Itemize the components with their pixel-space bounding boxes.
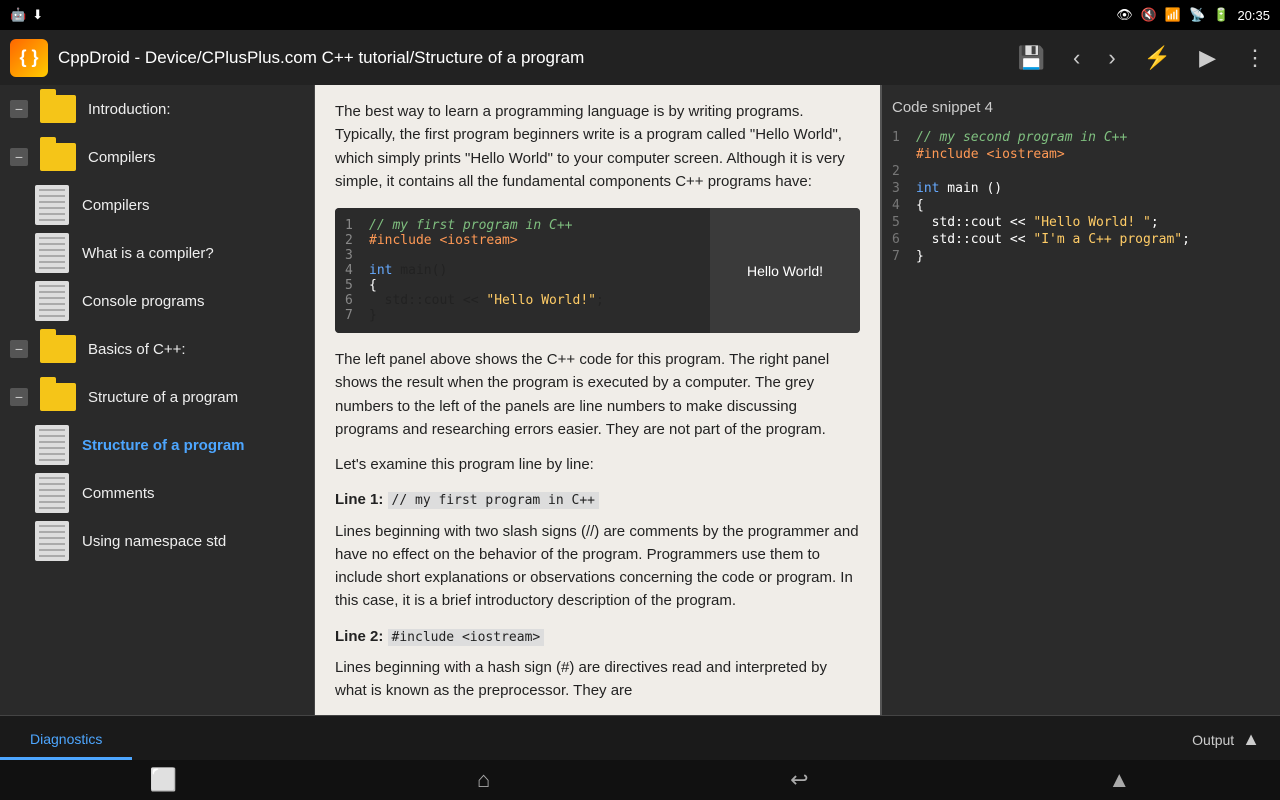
tab-diagnostics[interactable]: Diagnostics [0,721,132,760]
snippet-line-2: 2 [892,164,1270,179]
sidebar-item-what-is-compiler[interactable]: What is a compiler? [0,229,314,277]
lightning-button[interactable]: ⚡ [1140,41,1175,75]
main-layout: − Introduction: − Compilers Compilers Wh… [0,85,1280,715]
forward-button[interactable]: › [1104,41,1119,75]
sidebar-item-compilers-folder[interactable]: − Compilers [0,133,314,181]
title-actions: 💾 ‹ › ⚡ ▶ ⋮ [1014,41,1270,75]
sidebar-label-compilers-doc: Compilers [82,197,150,214]
code-panel: 1 // my first program in C++ 2 #include … [335,208,710,333]
status-bar-right: 👁 🔇 📶 📡 🔋 20:35 [1116,7,1270,23]
doc-icon-structure [30,427,74,463]
output-expand-icon[interactable]: ▲ [1242,729,1260,750]
sidebar-label-structure-folder: Structure of a program [88,389,238,406]
line2-label: Line 2: [335,628,383,645]
tab-output[interactable]: Output ▲ [1172,719,1280,760]
app-title: CppDroid - Device/CPlusPlus.com C++ tuto… [58,48,1004,68]
back-button[interactable]: ‹ [1069,41,1084,75]
line1-desc: Lines beginning with two slash signs (//… [335,520,860,613]
line2-section: Line 2: #include <iostream> [335,625,860,648]
eye-icon: 👁 [1116,7,1133,23]
sidebar-item-compilers-doc[interactable]: Compilers [0,181,314,229]
doc-icon-console [30,283,74,319]
snippet-line-4: 4 { [892,198,1270,213]
code-line-5: 5 { [345,278,700,293]
wifi-icon: 📶 [1165,7,1181,23]
status-bar: 🤖 ⬇ 👁 🔇 📶 📡 🔋 20:35 [0,0,1280,30]
line1-section: Line 1: // my first program in C++ [335,488,860,511]
snippet-line-7: 7 } [892,249,1270,264]
examine-text: Let's examine this program line by line: [335,453,860,476]
notification-icon: ⬇ [32,7,43,23]
sidebar-label-structure-doc: Structure of a program [82,437,245,454]
intro-text: The best way to learn a programming lang… [335,100,860,193]
battery-icon: 🔋 [1213,7,1229,23]
bottom-tabs: Diagnostics Output ▲ [0,715,1280,760]
sidebar: − Introduction: − Compilers Compilers Wh… [0,85,315,715]
title-bar: { } CppDroid - Device/CPlusPlus.com C++ … [0,30,1280,85]
code-line-7: 7 } [345,308,700,323]
android-icon: 🤖 [10,7,26,23]
back-nav-button[interactable]: ↩ [790,767,808,793]
code-block: 1 // my first program in C++ 2 #include … [335,208,860,333]
mute-icon: 🔇 [1141,7,1157,23]
snippet-line-1: 1 // my second program in C++ [892,130,1270,145]
folder-icon-structure [36,379,80,415]
content-area[interactable]: The best way to learn a programming lang… [315,85,880,715]
sidebar-label-compilers-folder: Compilers [88,149,156,166]
recents-button[interactable]: ⬜ [150,767,177,793]
menu-button[interactable]: ⋮ [1240,41,1270,75]
sidebar-label-what-compiler: What is a compiler? [82,245,214,262]
code-line-6: 6 std::cout << "Hello World!"; [345,293,700,308]
doc-icon-compilers [30,187,74,223]
snippet-line-inc: #include <iostream> [892,147,1270,162]
desc1-text: The left panel above shows the C++ code … [335,348,860,441]
folder-icon-introduction [36,91,80,127]
folder-icon-compilers [36,139,80,175]
line2-desc: Lines beginning with a hash sign (#) are… [335,656,860,703]
sidebar-item-namespace[interactable]: Using namespace std [0,517,314,565]
up-button[interactable]: ▲ [1108,767,1130,793]
line1-label: Line 1: [335,491,383,508]
code-line-4: 4 int main() [345,263,700,278]
code-output: Hello World! [710,208,860,333]
app-logo: { } [10,39,48,77]
doc-icon-comments [30,475,74,511]
doc-icon-what-compiler [30,235,74,271]
snippet-line-6: 6 std::cout << "I'm a C++ program"; [892,232,1270,247]
collapse-introduction[interactable]: − [10,100,28,118]
time-display: 20:35 [1237,8,1270,23]
code-line-3: 3 [345,248,700,263]
sidebar-label-basics: Basics of C++: [88,341,186,358]
sidebar-item-introduction[interactable]: − Introduction: [0,85,314,133]
sidebar-label-namespace: Using namespace std [82,533,226,550]
home-button[interactable]: ⌂ [477,767,490,793]
sidebar-item-console-programs[interactable]: Console programs [0,277,314,325]
snippet-line-3: 3 int main () [892,181,1270,196]
sidebar-label-introduction: Introduction: [88,101,171,118]
line2-code: #include <iostream> [388,629,545,646]
save-button[interactable]: 💾 [1014,41,1049,75]
line1-code: // my first program in C++ [388,492,600,509]
snippet-panel: Code snippet 4 1 // my second program in… [880,85,1280,715]
sidebar-item-structure-folder[interactable]: − Structure of a program [0,373,314,421]
collapse-structure[interactable]: − [10,388,28,406]
output-label: Output [1192,732,1234,748]
nav-bar: ⬜ ⌂ ↩ ▲ [0,760,1280,800]
folder-icon-basics [36,331,80,367]
code-line-2: 2 #include <iostream> [345,233,700,248]
sidebar-label-comments: Comments [82,485,155,502]
code-line-1: 1 // my first program in C++ [345,218,700,233]
doc-icon-namespace [30,523,74,559]
collapse-basics[interactable]: − [10,340,28,358]
sidebar-item-basics-folder[interactable]: − Basics of C++: [0,325,314,373]
snippet-title: Code snippet 4 [892,95,1270,120]
play-button[interactable]: ▶ [1195,41,1220,75]
status-bar-left: 🤖 ⬇ [10,7,43,23]
collapse-compilers[interactable]: − [10,148,28,166]
signal-icon: 📡 [1189,7,1205,23]
sidebar-item-structure-doc[interactable]: Structure of a program [0,421,314,469]
snippet-line-5: 5 std::cout << "Hello World! "; [892,215,1270,230]
sidebar-label-console: Console programs [82,293,205,310]
sidebar-item-comments[interactable]: Comments [0,469,314,517]
